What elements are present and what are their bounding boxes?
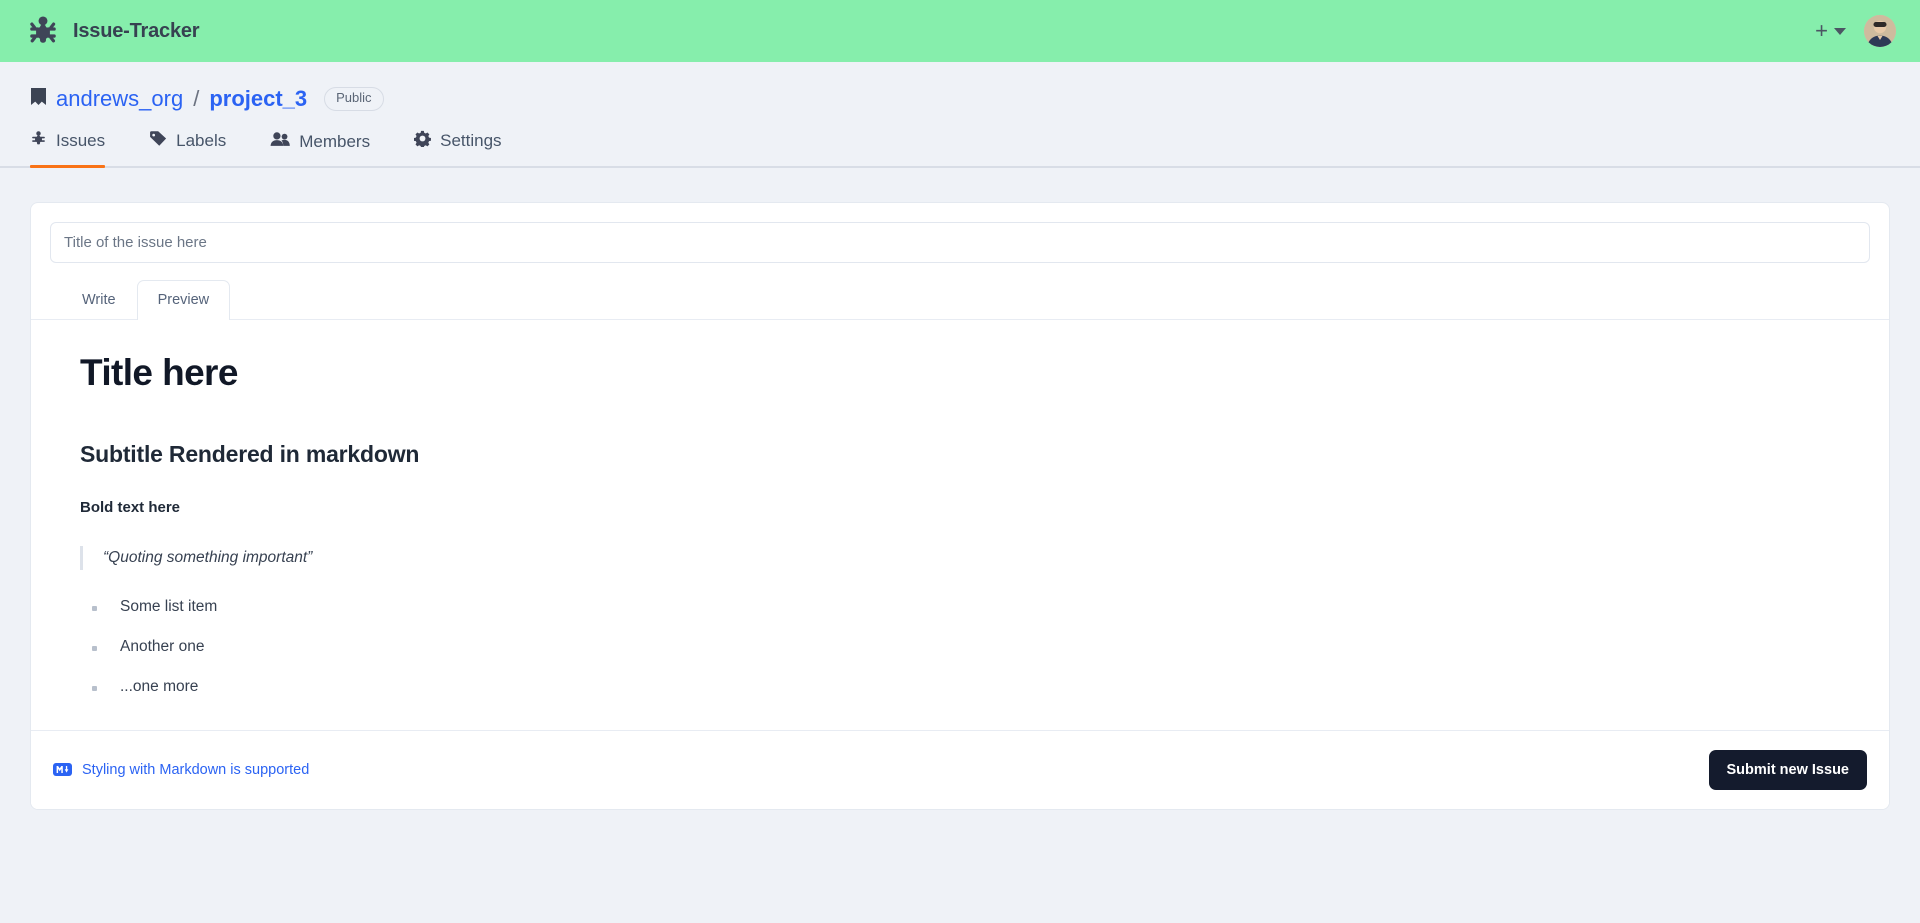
preview-bold-text: Bold text here: [80, 498, 181, 516]
app-header: Issue-Tracker +: [0, 0, 1920, 62]
list-item: Another one: [92, 638, 1840, 678]
preview-list: Some list item Another one ...one more: [80, 598, 1840, 700]
tab-write[interactable]: Write: [61, 280, 137, 320]
tab-labels-label: Labels: [176, 131, 227, 150]
breadcrumb-separator: /: [193, 86, 200, 111]
preview-blockquote-text: “Quoting something important”: [103, 548, 313, 566]
new-issue-footer: Styling with Markdown is supported Submi…: [31, 729, 1889, 809]
tab-issues[interactable]: Issues: [30, 130, 127, 168]
book-icon: [30, 87, 47, 111]
create-new-menu[interactable]: +: [1815, 20, 1846, 42]
new-issue-body: Write Preview Title here Subtitle Render…: [31, 203, 1889, 730]
editor-tabs: Write Preview: [50, 279, 1870, 320]
people-icon: [270, 131, 291, 152]
bug-icon: [30, 130, 47, 152]
tab-issues-label: Issues: [56, 131, 106, 150]
breadcrumb-owner[interactable]: andrews_org: [56, 86, 183, 112]
markdown-preview: Title here Subtitle Rendered in markdown…: [31, 319, 1889, 730]
bug-icon: [26, 14, 60, 48]
app-title: Issue-Tracker: [73, 19, 200, 42]
tab-members[interactable]: Members: [270, 131, 392, 166]
gear-icon: [414, 130, 432, 152]
tab-members-label: Members: [299, 131, 371, 151]
submit-new-issue-button[interactable]: Submit new Issue: [1708, 749, 1867, 790]
tab-settings-label: Settings: [440, 131, 502, 150]
markdown-icon: [53, 763, 72, 777]
header-actions: +: [1815, 15, 1896, 47]
markdown-help-link[interactable]: Styling with Markdown is supported: [53, 762, 309, 778]
preview-blockquote: “Quoting something important”: [80, 545, 1840, 570]
preview-heading-2: Subtitle Rendered in markdown: [80, 440, 420, 467]
breadcrumb: andrews_org / project_3 Public: [0, 62, 1920, 112]
list-item: ...one more: [92, 678, 1840, 700]
app-brand[interactable]: Issue-Tracker: [26, 14, 200, 48]
status-badge: Public: [324, 87, 384, 111]
tab-preview[interactable]: Preview: [136, 280, 231, 320]
plus-icon: +: [1815, 18, 1828, 43]
list-item: Some list item: [92, 598, 1840, 638]
tab-labels[interactable]: Labels: [149, 130, 248, 166]
project-nav: Issues Labels Members Settings: [0, 130, 1920, 168]
issue-title-input[interactable]: [50, 222, 1870, 263]
chevron-down-icon: [1834, 27, 1846, 35]
new-issue-card: Write Preview Title here Subtitle Render…: [30, 202, 1890, 810]
preview-heading-1: Title here: [80, 352, 238, 393]
markdown-help-text: Styling with Markdown is supported: [82, 761, 310, 778]
tab-settings[interactable]: Settings: [414, 130, 523, 166]
breadcrumb-project[interactable]: project_3: [209, 86, 307, 112]
avatar[interactable]: [1864, 15, 1896, 47]
tag-icon: [149, 130, 167, 152]
